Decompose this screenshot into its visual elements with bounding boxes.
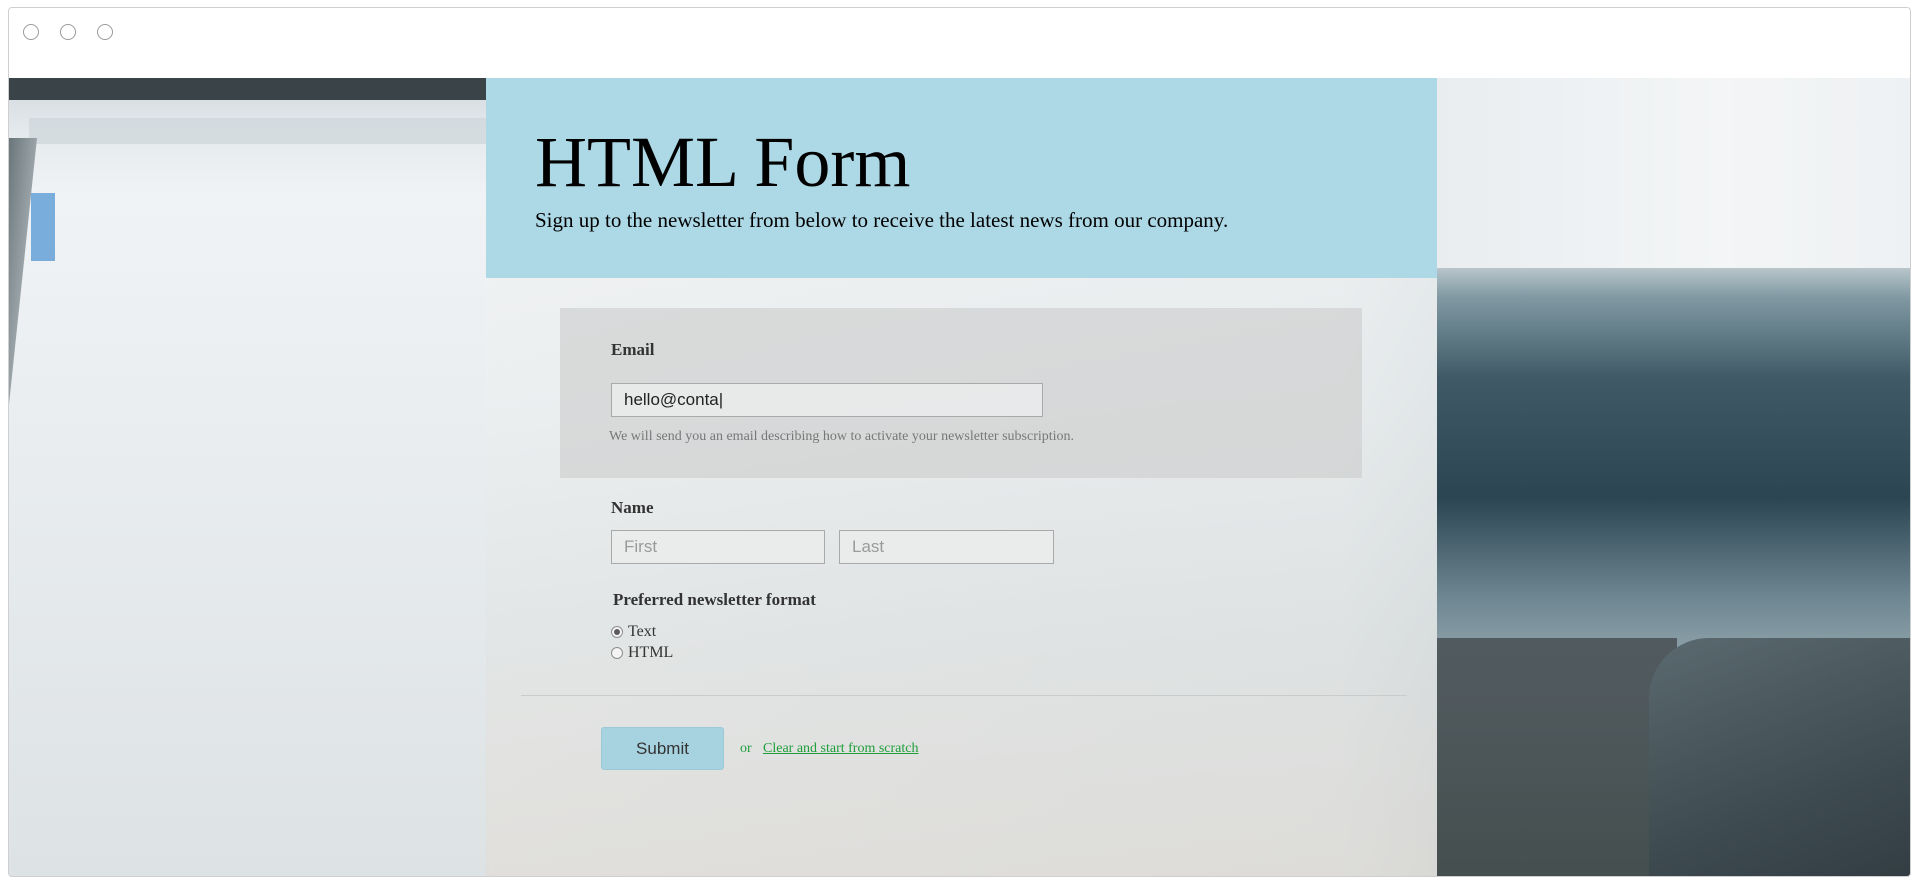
- background-hand: [1437, 638, 1677, 876]
- radio-html-icon[interactable]: [611, 647, 623, 659]
- window-titlebar: [9, 8, 1910, 79]
- clear-form-link[interactable]: Clear and start from scratch: [763, 741, 919, 757]
- radio-option-html[interactable]: HTML: [611, 644, 673, 662]
- background-screen-toolbar: [29, 118, 489, 144]
- name-label: Name: [611, 498, 654, 517]
- email-help-text: We will send you an email describing how…: [609, 429, 1075, 444]
- radio-html-label: HTML: [628, 644, 674, 661]
- radio-option-text[interactable]: Text: [611, 623, 656, 641]
- close-window-icon[interactable]: [23, 24, 39, 40]
- form-panel: HTML Form Sign up to the newsletter from…: [486, 78, 1437, 876]
- background-sleeve: [1649, 638, 1910, 876]
- last-name-input[interactable]: [839, 530, 1054, 564]
- submit-button[interactable]: Submit: [601, 727, 724, 770]
- header-banner: HTML Form Sign up to the newsletter from…: [486, 78, 1437, 278]
- browser-window: HTML Form Sign up to the newsletter from…: [8, 7, 1911, 877]
- or-separator: or: [740, 741, 752, 756]
- format-label: Preferred newsletter format: [613, 590, 816, 609]
- page-viewport: HTML Form Sign up to the newsletter from…: [9, 78, 1910, 876]
- radio-text-label: Text: [628, 623, 657, 640]
- page-title: HTML Form: [535, 122, 911, 202]
- email-input[interactable]: [611, 383, 1043, 417]
- background-window-light: [1437, 78, 1910, 268]
- radio-text-icon[interactable]: [611, 626, 623, 638]
- background-screen-accent: [31, 193, 55, 261]
- minimize-window-icon[interactable]: [60, 24, 76, 40]
- first-name-input[interactable]: [611, 530, 825, 564]
- page-subtitle: Sign up to the newsletter from below to …: [535, 208, 1229, 232]
- maximize-window-icon[interactable]: [97, 24, 113, 40]
- email-label: Email: [611, 340, 655, 359]
- form-divider: [521, 695, 1407, 696]
- background-laptop-screen: [9, 78, 489, 876]
